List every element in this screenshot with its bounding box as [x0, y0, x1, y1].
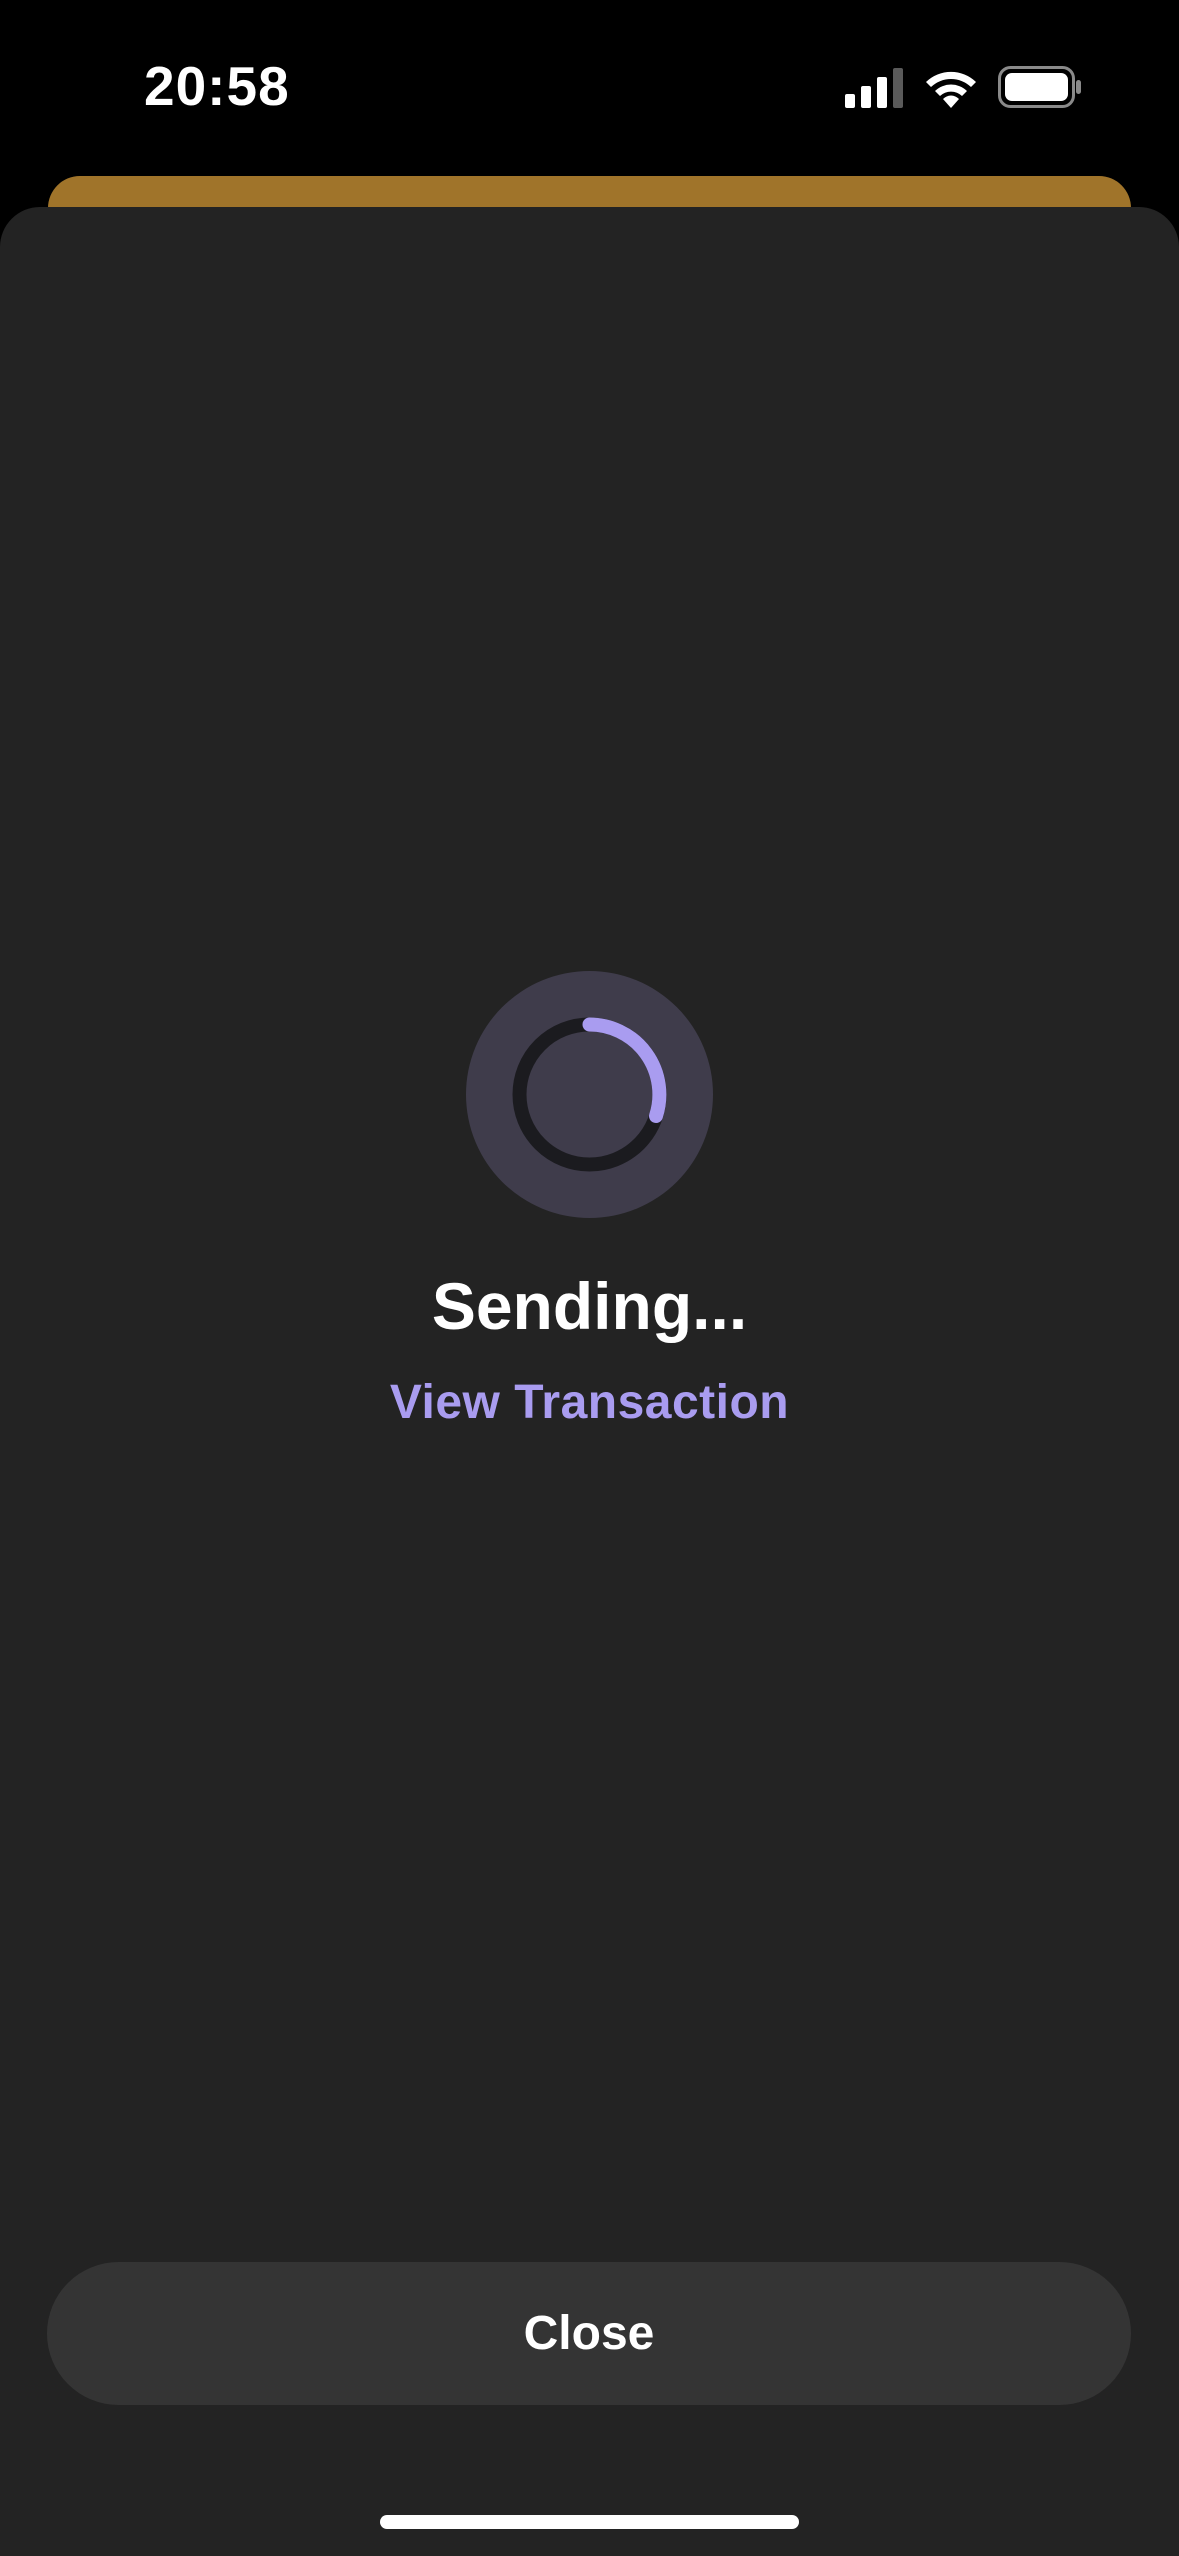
close-button[interactable]: Close [47, 2262, 1131, 2405]
view-transaction-link[interactable]: View Transaction [340, 1375, 839, 1430]
status-bar: 20:58 [0, 0, 1179, 170]
loading-spinner-icon [512, 1017, 667, 1172]
status-time: 20:58 [144, 55, 290, 117]
cellular-signal-icon [845, 68, 903, 108]
sending-status-title: Sending... [431, 1269, 748, 1343]
wifi-icon [926, 71, 976, 108]
home-indicator [380, 2515, 799, 2529]
app-screen: 20:58 Sending... View Transaction Close [0, 0, 1179, 2556]
battery-icon [998, 66, 1081, 108]
spinner-container [466, 971, 713, 1218]
